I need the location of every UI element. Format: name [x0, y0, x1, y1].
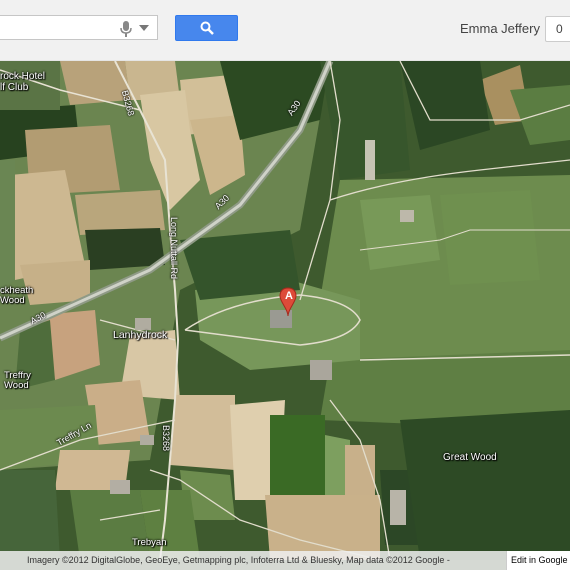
- place-label-hotel[interactable]: rock Hotel: [0, 71, 45, 82]
- place-label-treffry-wood[interactable]: Wood: [4, 380, 29, 391]
- marker-label: A: [285, 290, 293, 302]
- search-button[interactable]: [175, 15, 238, 41]
- search-box[interactable]: [0, 15, 158, 40]
- road-label-long-nuttall-rd: Long Nuttall Rd: [169, 216, 180, 280]
- chevron-down-icon[interactable]: [139, 25, 149, 31]
- user-name[interactable]: Emma Jeffery: [460, 21, 540, 36]
- map-attribution: Imagery ©2012 DigitalGlobe, GeoEye, Getm…: [0, 551, 570, 570]
- edit-in-google-link[interactable]: Edit in Google: [506, 551, 570, 570]
- place-label-lanhydrock[interactable]: Lanhydrock: [113, 329, 167, 341]
- attribution-text: Imagery ©2012 DigitalGlobe, GeoEye, Getm…: [27, 555, 450, 565]
- satellite-map[interactable]: rock Hotel lf Club Lanhydrock Treffry Wo…: [0, 61, 570, 570]
- search-icon: [200, 21, 214, 35]
- search-input[interactable]: [3, 19, 107, 38]
- notification-count[interactable]: 0: [545, 16, 570, 42]
- road-label-b3268: B3268: [161, 424, 172, 452]
- place-label-wood[interactable]: Wood: [0, 295, 25, 306]
- microphone-icon[interactable]: [119, 21, 133, 37]
- place-label-great-wood[interactable]: Great Wood: [443, 452, 497, 463]
- place-label-trebyan[interactable]: Trebyan: [132, 537, 167, 548]
- top-bar: Emma Jeffery 0: [0, 0, 570, 61]
- place-label-golf-club[interactable]: lf Club: [0, 82, 28, 93]
